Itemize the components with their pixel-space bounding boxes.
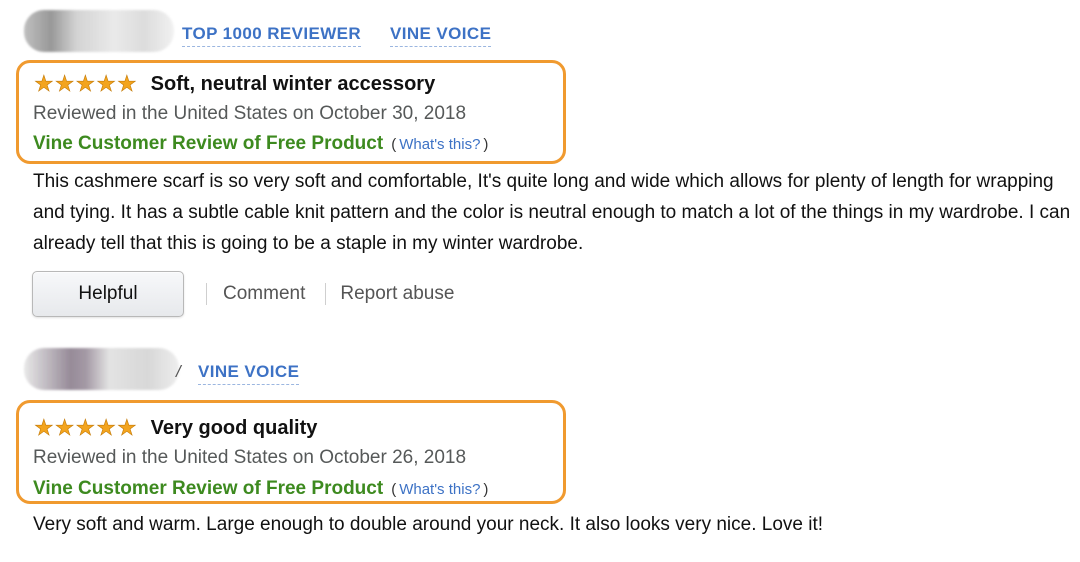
comment-link[interactable]: Comment — [223, 283, 305, 305]
paren-close: ) — [483, 136, 489, 153]
vine-voice-badge[interactable]: VINE VOICE — [390, 24, 492, 47]
star-icon: ★ — [54, 71, 75, 96]
divider — [325, 283, 327, 305]
review-body: Very soft and warm. Large enough to doub… — [33, 514, 824, 535]
reviewer-row: TOP 1000 REVIEWER VINE VOICE — [24, 10, 624, 54]
top-reviewer-badge[interactable]: TOP 1000 REVIEWER — [182, 24, 362, 47]
rating-title-row: ★ ★ ★ ★ ★ Soft, neutral winter accessory — [34, 70, 436, 98]
star-icon: ★ — [34, 415, 54, 440]
review-actions: Helpful Comment Report abuse — [32, 271, 454, 317]
vine-voice-badge[interactable]: VINE VOICE — [198, 362, 300, 385]
vine-label: Vine Customer Review of Free Product — [33, 133, 384, 154]
star-icon: ★ — [96, 71, 116, 96]
reviewer-row: / VINE VOICE — [24, 348, 624, 392]
review-date: Reviewed in the United States on October… — [33, 103, 467, 124]
divider — [206, 283, 207, 305]
review-title[interactable]: Soft, neutral winter accessory — [151, 73, 436, 96]
vine-label: Vine Customer Review of Free Product — [33, 478, 384, 499]
review-body: This cashmere scarf is so very soft and … — [33, 171, 1071, 254]
rating-title-row: ★ ★ ★ ★ ★ Very good quality — [34, 414, 318, 442]
vine-line: Vine Customer Review of Free Product ( W… — [33, 478, 488, 500]
star-rating[interactable]: ★ ★ ★ ★ ★ — [34, 71, 137, 96]
star-icon: ★ — [75, 415, 96, 440]
blurred-reviewer-profile[interactable] — [24, 348, 179, 390]
star-icon: ★ — [54, 415, 75, 440]
paren-open: ( — [391, 481, 397, 498]
star-icon: ★ — [116, 415, 137, 440]
whats-this-link[interactable]: What's this? — [399, 136, 480, 153]
review-date: Reviewed in the United States on October… — [33, 447, 467, 468]
star-icon: ★ — [116, 71, 137, 96]
star-rating[interactable]: ★ ★ ★ ★ ★ — [34, 415, 137, 440]
review-title[interactable]: Very good quality — [151, 417, 318, 440]
star-icon: ★ — [96, 415, 116, 440]
blurred-reviewer-profile[interactable] — [24, 10, 174, 52]
paren-open: ( — [391, 136, 397, 153]
badge-separator: / — [176, 362, 181, 381]
helpful-button[interactable]: Helpful — [32, 271, 184, 317]
whats-this-link[interactable]: What's this? — [399, 481, 480, 498]
report-abuse-link[interactable]: Report abuse — [340, 283, 454, 305]
star-icon: ★ — [34, 71, 54, 96]
vine-line: Vine Customer Review of Free Product ( W… — [33, 133, 488, 155]
paren-close: ) — [483, 481, 489, 498]
star-icon: ★ — [75, 71, 96, 96]
